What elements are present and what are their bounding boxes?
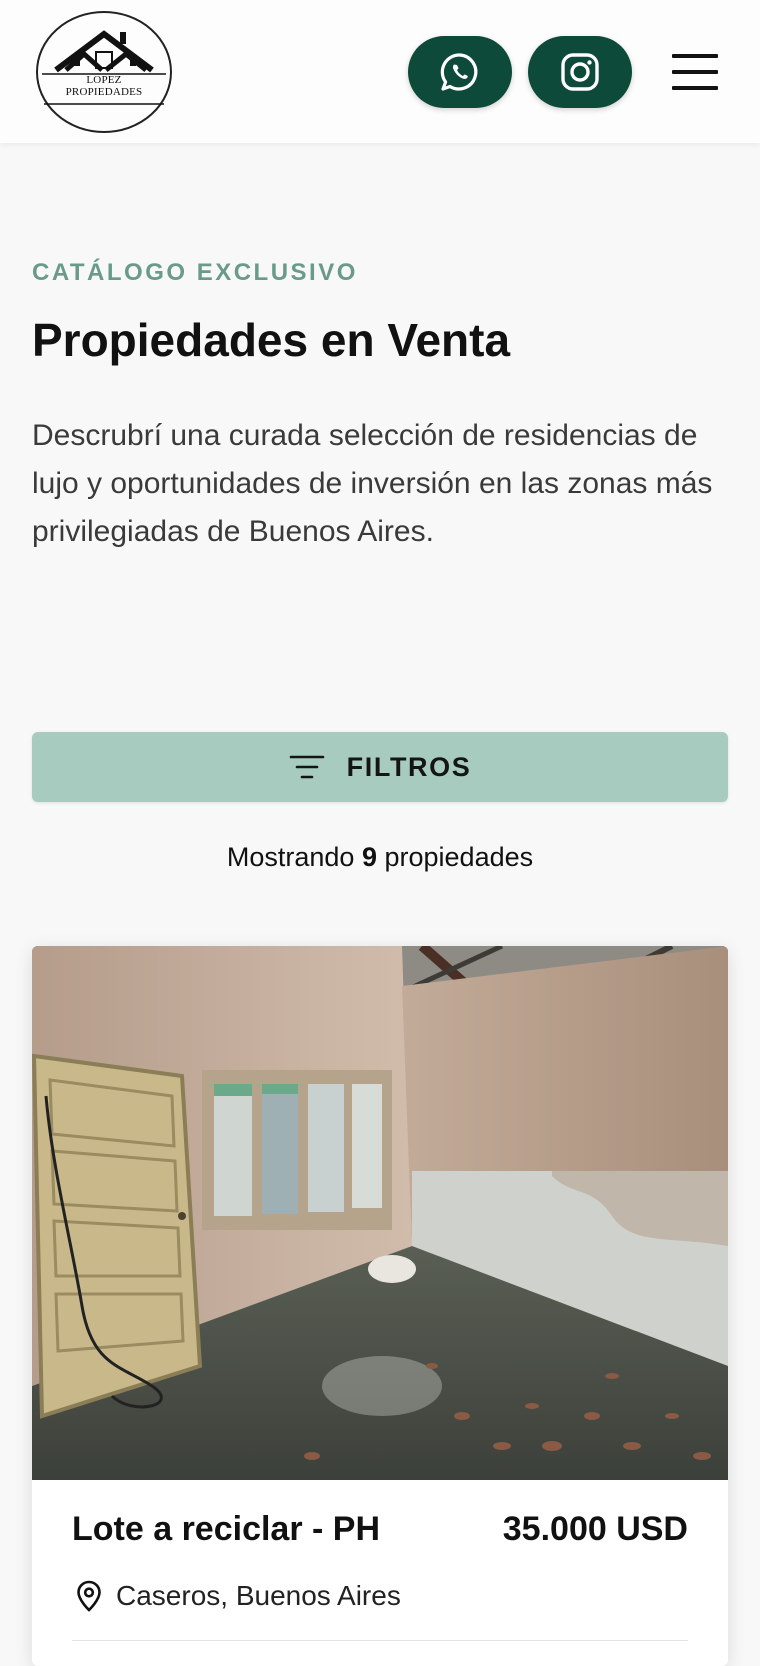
property-location: Caseros, Buenos Aires [76,1580,401,1612]
interior-room-photo [32,946,728,1480]
results-count: Mostrando 9 propiedades [0,842,760,873]
property-price: 35.000 USD [502,1510,688,1548]
whatsapp-icon [440,53,478,91]
filters-button[interactable]: FILTROS [32,732,728,802]
filters-label: FILTROS [346,751,472,782]
menu-bar [672,54,718,58]
logo-emblem [36,11,172,133]
logo[interactable]: LOPEZ PROPIEDADES [34,10,174,134]
site-header: LOPEZ PROPIEDADES [0,0,760,143]
section-eyebrow: CATÁLOGO EXCLUSIVO [32,259,358,286]
hamburger-menu-icon[interactable] [672,50,718,94]
whatsapp-button[interactable] [408,36,512,108]
card-divider [72,1640,688,1641]
logo-text-line1: LOPEZ [86,74,122,86]
menu-bar [672,86,718,90]
results-number: 9 [361,842,377,872]
property-card[interactable]: Lote a reciclar - PH 35.000 USD Caseros,… [32,946,728,1666]
results-suffix: propiedades [384,842,534,872]
location-text: Caseros, Buenos Aires [116,1580,401,1611]
page-description: Descrubrí una curada selección de reside… [32,419,713,548]
instagram-button[interactable] [528,36,632,108]
property-photo[interactable] [32,946,728,1480]
results-prefix: Mostrando [226,842,355,872]
location-pin-icon [77,1580,101,1612]
property-title[interactable]: Lote a reciclar - PH [72,1510,380,1549]
menu-bar [672,70,718,74]
instagram-icon [561,53,599,91]
filter-lines-icon [289,755,324,779]
page-title: Propiedades en Venta [32,314,511,366]
logo-text-line2: PROPIEDADES [65,86,143,98]
